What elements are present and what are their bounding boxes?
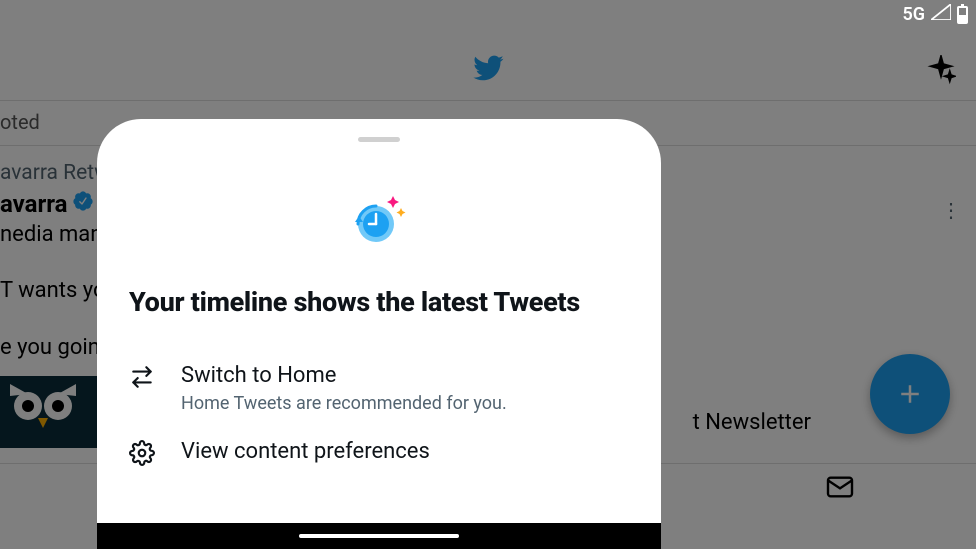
signal-icon [931,4,951,25]
status-bar: 5G [902,4,968,25]
navigation-bar [97,523,661,549]
sheet-hero-icon [97,190,661,246]
battery-icon [957,6,968,24]
sheet-drag-handle[interactable] [358,137,400,142]
timeline-options-sheet: Your timeline shows the latest Tweets Sw… [97,119,661,523]
content-preferences-option[interactable]: View content preferences [97,426,661,482]
option-subtitle: Home Tweets are recommended for you. [181,393,629,414]
option-title: View content preferences [181,438,629,467]
network-label: 5G [902,4,925,25]
option-title: Switch to Home [181,362,629,391]
switch-to-home-option[interactable]: Switch to Home Home Tweets are recommend… [97,350,661,426]
swap-arrows-icon [129,364,155,394]
sheet-title: Your timeline shows the latest Tweets [97,286,661,318]
home-indicator[interactable] [299,534,459,538]
gear-icon [129,440,155,470]
